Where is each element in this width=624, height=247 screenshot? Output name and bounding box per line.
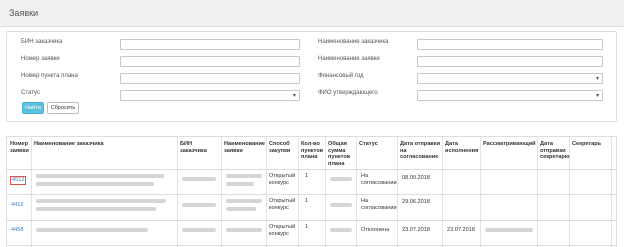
customer-name-label: Наименование заказчика (318, 39, 389, 45)
plan-item-count: 1 (305, 173, 309, 179)
column-header-secretary: Секретарь (572, 141, 602, 147)
redacted-total (330, 228, 352, 232)
redacted-total (330, 203, 352, 207)
sent-date: 29.06.2018 (402, 199, 430, 205)
column-header-secretary-date: Дата отправки секретарю (540, 141, 570, 161)
status-label: Статус (21, 90, 40, 96)
request-number-link[interactable]: 4512 (10, 176, 27, 185)
redacted-total (330, 177, 352, 181)
sent-date: 23.07.2018 (402, 227, 430, 233)
column-divider (480, 137, 481, 247)
redacted-customer-name (36, 228, 148, 232)
customer-name-input[interactable] (417, 39, 603, 50)
column-header-count: Кол-во пунктов плана (301, 141, 324, 161)
column-header-exec-date: Дата исполнения (445, 141, 479, 154)
column-divider (611, 137, 612, 247)
approver-fio-label: ФИО утверждающего (318, 90, 378, 96)
column-divider (537, 137, 538, 247)
request-name-input[interactable] (417, 56, 603, 67)
column-header-method: Способ закупки (269, 141, 291, 154)
column-header-number: Номер заявки (10, 141, 29, 154)
financial-year-label: Финансовый год (318, 73, 364, 79)
redacted-customer-name (36, 199, 166, 203)
approver-fio-select[interactable] (417, 90, 603, 101)
redacted-customer-name (36, 182, 154, 186)
customer-bin-input[interactable] (120, 39, 300, 50)
plan-item-number-label: Номер пункта плана (21, 73, 78, 79)
redacted-request-name (226, 228, 262, 232)
plan-item-count: 1 (305, 224, 309, 230)
procurement-method: Открытый конкурс (269, 198, 296, 211)
header-divider (7, 169, 616, 170)
row-divider (7, 245, 616, 246)
column-divider (325, 137, 326, 247)
financial-year-select[interactable] (417, 73, 603, 84)
page-title: Заявки (9, 8, 39, 18)
redacted-request-name (226, 199, 262, 203)
column-divider (177, 137, 178, 247)
procurement-method: Открытый конкурс (269, 224, 296, 237)
redacted-customer-name (36, 174, 164, 178)
status-text: Отклонена (361, 227, 390, 233)
customer-bin-label: БИН заказчика (21, 39, 63, 45)
column-header-total: Общая сумма пунктов плана (328, 141, 351, 167)
sent-date: 08.09.2018 (402, 175, 430, 181)
column-divider (266, 137, 267, 247)
find-button[interactable]: Найти (22, 102, 44, 114)
column-header-customer-name: Наименование заказчика (34, 141, 104, 147)
request-number-label: Номер заявки (21, 56, 60, 62)
column-divider (356, 137, 357, 247)
redacted-request-name (226, 174, 262, 178)
redacted-request-name (226, 207, 256, 211)
column-divider (442, 137, 443, 247)
request-number-input[interactable] (120, 56, 300, 67)
request-number-link[interactable]: 4458 (11, 227, 23, 234)
status-select[interactable] (120, 90, 300, 101)
column-divider (397, 137, 398, 247)
row-divider (7, 220, 616, 221)
status-text: На согласовании (361, 198, 397, 211)
column-divider (298, 137, 299, 247)
exec-date: 23.07.2018 (447, 227, 475, 233)
filter-panel: БИН заказчика Наименование заказчика Ном… (6, 31, 617, 122)
redacted-customer-bin (182, 203, 216, 207)
page-header: Заявки (0, 0, 624, 27)
row-divider (7, 194, 616, 195)
redacted-customer-bin (182, 177, 216, 181)
column-divider (221, 137, 222, 247)
requests-table: Номер заявки Наименование заказчика БИН … (6, 136, 617, 247)
column-divider (31, 137, 32, 247)
column-header-customer-bin: БИН заказчика (180, 141, 207, 154)
request-name-label: Наименование заявки (318, 56, 380, 62)
plan-item-number-input[interactable] (120, 73, 300, 84)
column-header-request-name: Наименование заявки (224, 141, 266, 154)
status-text: На согласовании (361, 173, 397, 186)
redacted-customer-name (36, 207, 156, 211)
column-header-status: Статус (359, 141, 378, 147)
redacted-request-name (226, 182, 254, 186)
procurement-method: Открытый конкурс (269, 173, 296, 186)
request-number-link[interactable]: 4412 (11, 202, 23, 209)
column-header-reviewer: Рассматривающий (483, 141, 536, 147)
redacted-reviewer (485, 228, 533, 232)
plan-item-count: 1 (305, 198, 309, 204)
redacted-customer-bin (182, 228, 216, 232)
reset-button[interactable]: Сбросить (47, 102, 79, 114)
column-header-sent-date: Дата отправки на согласование (400, 141, 441, 161)
